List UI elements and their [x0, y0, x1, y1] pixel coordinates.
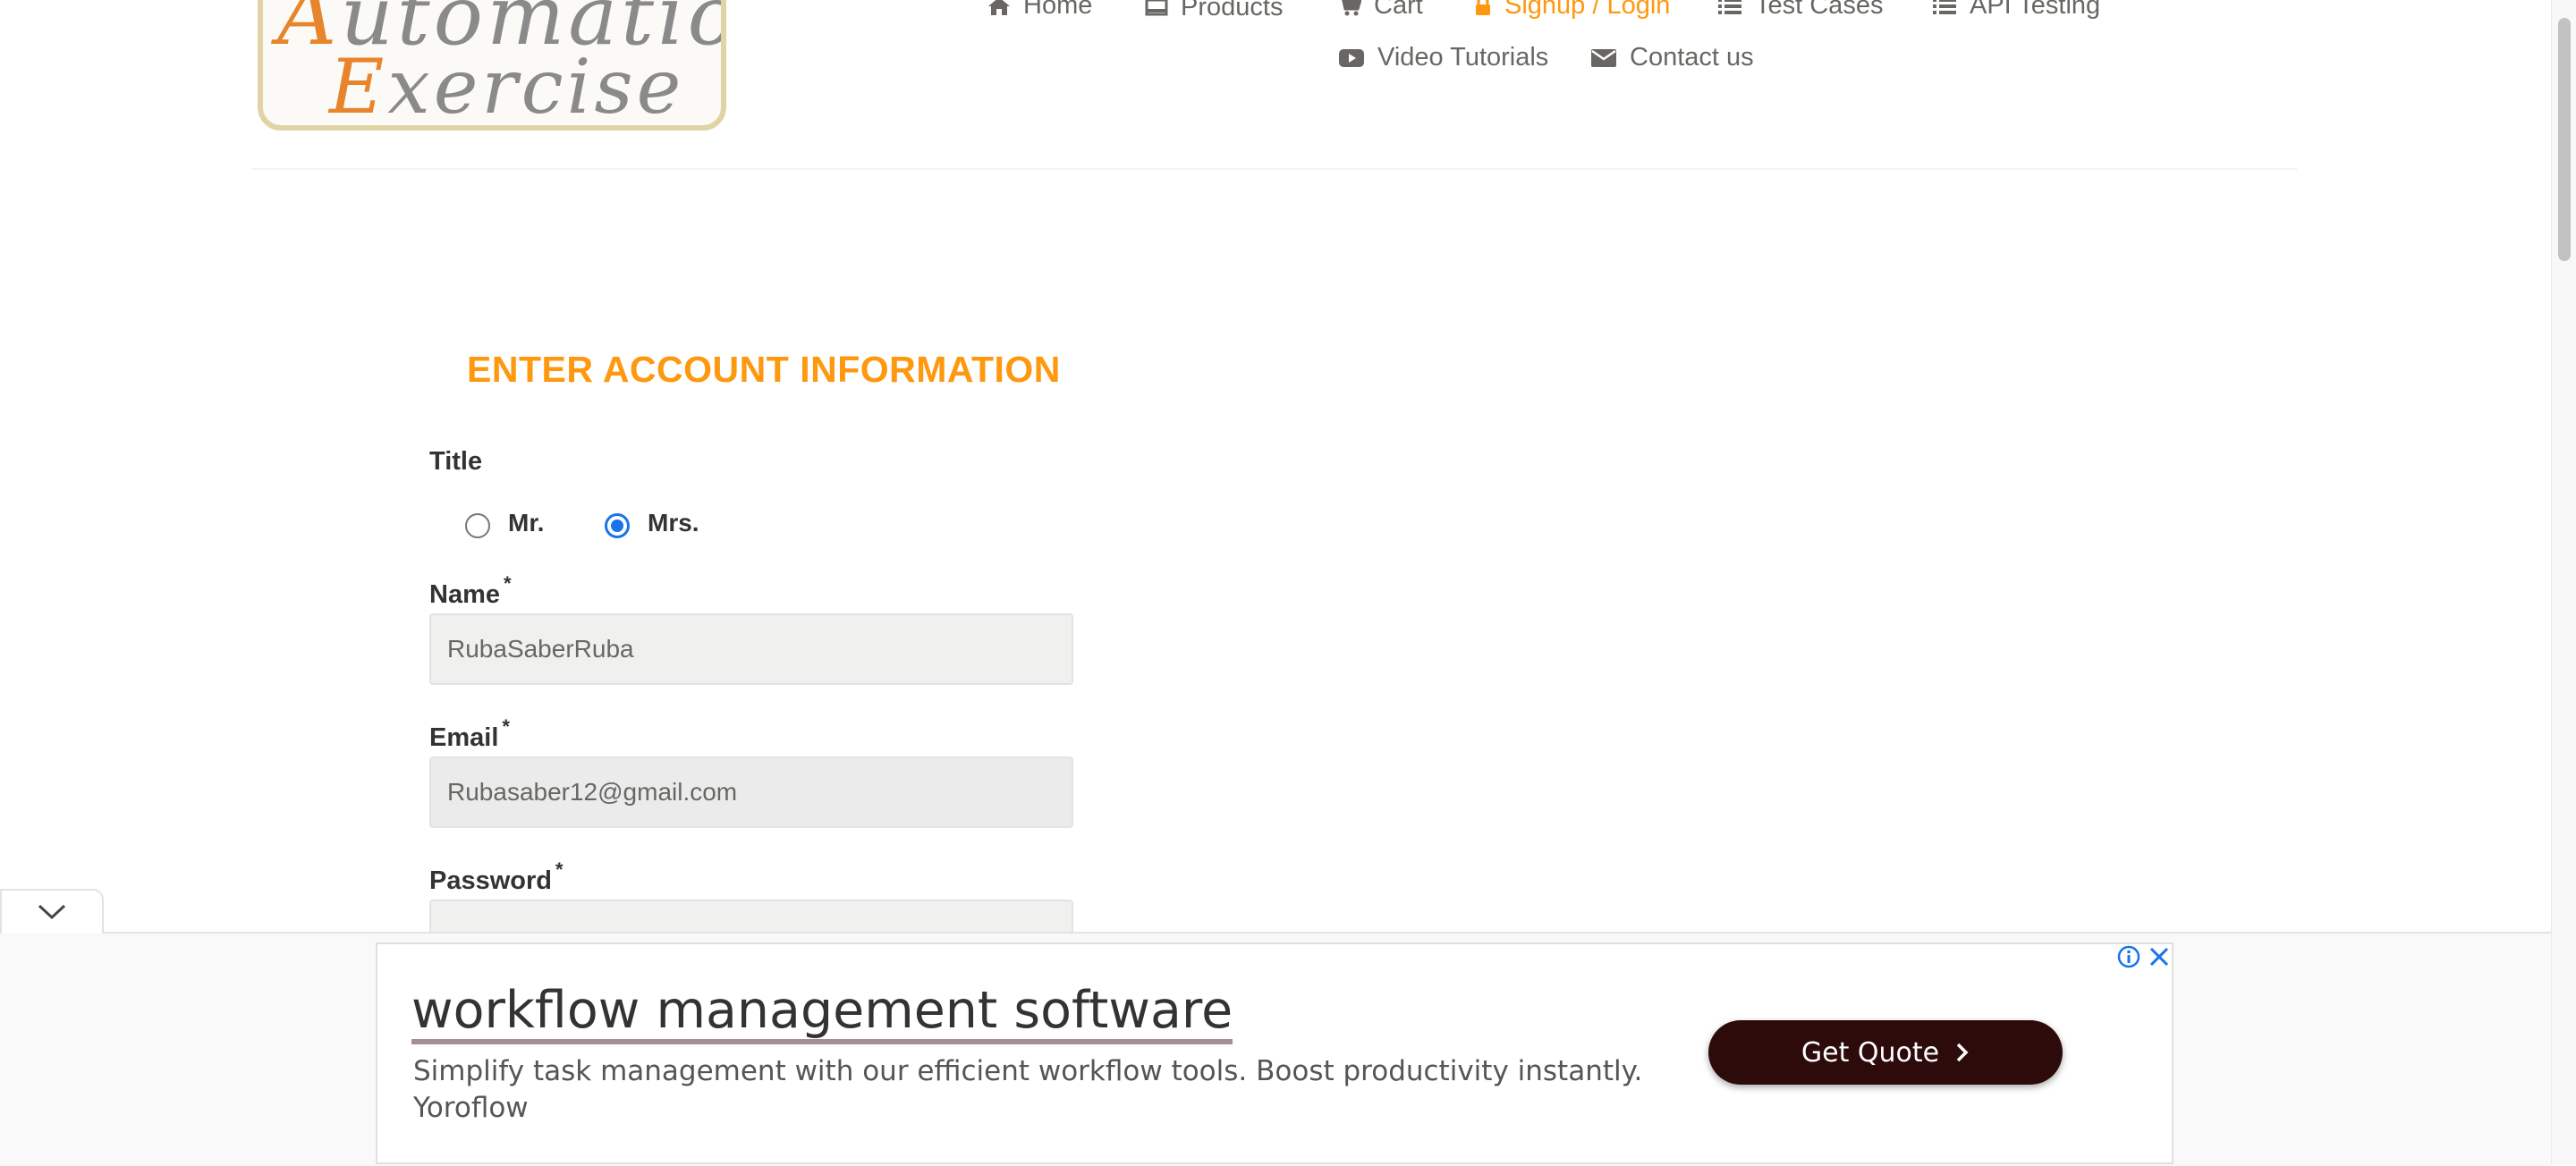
nav-test-cases[interactable]: Test Cases — [1717, 0, 1883, 21]
nav-home[interactable]: Home — [987, 0, 1092, 21]
list-icon — [1933, 0, 1956, 14]
radio-mrs-label[interactable]: Mrs. — [648, 509, 699, 537]
nav-test-cases-label: Test Cases — [1755, 0, 1884, 20]
chevron-right-icon — [1956, 1043, 1969, 1062]
chevron-down-icon — [38, 904, 66, 920]
ad-description-text: Simplify task management with our effici… — [413, 1055, 1643, 1087]
email-field[interactable]: Rubasaber12@gmail.com — [429, 756, 1073, 828]
nav-api-testing[interactable]: API Testing — [1932, 0, 2100, 21]
scrollbar-thumb[interactable] — [2558, 18, 2571, 261]
form-title: ENTER ACCOUNT INFORMATION — [467, 349, 1061, 390]
header-divider — [252, 168, 2297, 170]
title-label: Title — [429, 447, 483, 476]
name-field[interactable]: RubaSaberRuba — [429, 613, 1073, 685]
password-label: Password * — [429, 858, 564, 896]
email-label: Email * — [429, 715, 510, 753]
radio-mrs[interactable] — [605, 513, 630, 538]
required-mark: * — [504, 572, 512, 595]
nav-products-label: Products — [1181, 0, 1284, 21]
envelope-icon — [1591, 48, 1616, 67]
get-quote-button[interactable]: Get Quote — [1708, 1020, 2063, 1085]
nav-contact-us-label: Contact us — [1630, 43, 1754, 72]
home-icon — [988, 0, 1010, 15]
ad-collapse-toggle[interactable] — [0, 889, 104, 934]
nav-home-label: Home — [1023, 0, 1093, 20]
required-mark: * — [555, 858, 564, 881]
cart-icon — [1342, 0, 1361, 15]
name-label-text: Name — [429, 580, 500, 609]
nav-cart-label: Cart — [1374, 0, 1423, 20]
email-label-text: Email — [429, 723, 499, 752]
radio-mr[interactable] — [465, 513, 490, 538]
site-logo[interactable]: Automation Exercise — [258, 0, 726, 131]
nav-products[interactable]: Products — [1145, 0, 1283, 22]
nav-video-tutorials[interactable]: Video Tutorials — [1338, 43, 1548, 72]
nav-signup-login-label: Signup / Login — [1504, 0, 1671, 20]
get-quote-label: Get Quote — [1801, 1036, 1940, 1069]
list-icon — [1718, 0, 1741, 14]
nav-signup-login[interactable]: Signup / Login — [1474, 0, 1670, 21]
password-label-text: Password — [429, 866, 552, 895]
lock-icon — [1476, 0, 1490, 15]
nav-cart[interactable]: Cart — [1338, 0, 1423, 21]
required-mark: * — [502, 715, 510, 738]
nav-contact-us[interactable]: Contact us — [1590, 43, 1754, 72]
products-icon — [1145, 0, 1168, 15]
ad-close-icon[interactable] — [2147, 944, 2172, 974]
nav-api-testing-label: API Testing — [1970, 0, 2101, 20]
email-value: Rubasaber12@gmail.com — [447, 778, 738, 806]
youtube-icon — [1339, 48, 1364, 67]
name-label: Name * — [429, 572, 512, 610]
nav-video-tutorials-label: Video Tutorials — [1377, 43, 1549, 72]
radio-mr-label[interactable]: Mr. — [508, 509, 544, 537]
ad-description: Simplify task management with our effici… — [413, 1053, 1648, 1127]
logo-line-2: Exercise — [329, 43, 685, 131]
ad-headline[interactable]: workflow management software — [411, 982, 1233, 1044]
name-value: RubaSaberRuba — [447, 635, 634, 663]
ad-advertiser: Yoroflow — [413, 1092, 529, 1124]
ad-info-icon[interactable] — [2116, 944, 2141, 974]
